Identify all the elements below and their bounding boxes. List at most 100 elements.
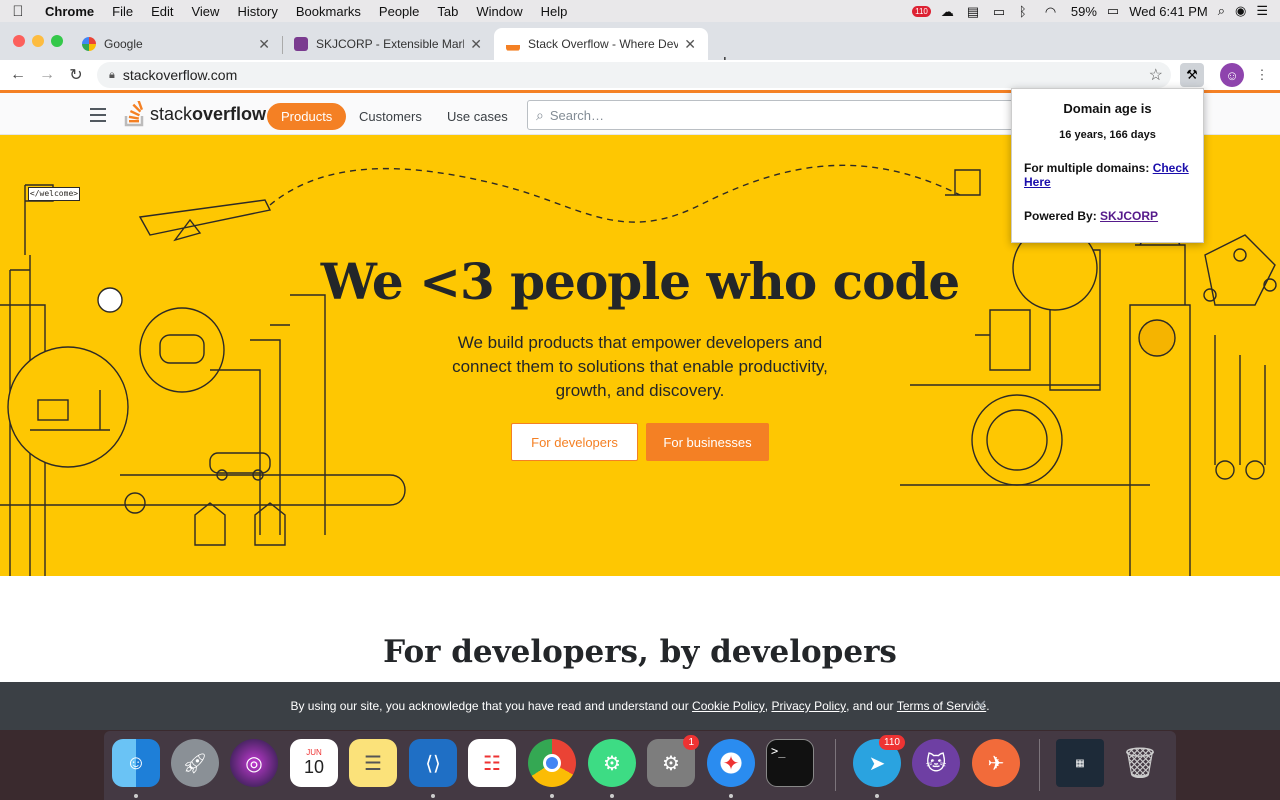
bookmark-star-icon[interactable]: ☆ [1149,65,1163,85]
hamburger-menu-icon[interactable] [90,108,106,126]
running-indicator [550,794,554,798]
menu-help[interactable]: Help [532,4,577,19]
terminal-icon[interactable]: >_ [766,739,814,787]
terms-of-service-link[interactable]: Terms of Service [897,699,986,713]
launchpad-icon[interactable]: 🚀︎ [171,739,219,787]
tab-title: Google [104,37,143,51]
stackoverflow-favicon-icon [506,37,520,51]
tray-badge[interactable]: 110 [912,5,931,17]
close-icon[interactable]: ✕ [974,696,987,716]
powered-by-label: Powered By: [1024,209,1097,223]
telegram-icon[interactable]: ➤ 110 [853,735,905,787]
clock[interactable]: Wed 6:41 PM [1129,4,1208,19]
telegram-window-thumbnail-icon[interactable]: ▦ [1056,739,1104,787]
multiple-domains-row: For multiple domains: Check Here [1024,161,1191,189]
cookie-sep: , [764,699,769,713]
trash-icon[interactable]: 🗑︎ [1116,739,1164,787]
wifi-icon[interactable]: ◠ [1045,4,1061,19]
macos-menubar:  Chrome File Edit View History Bookmark… [0,0,1280,22]
menu-file[interactable]: File [103,4,142,19]
google-favicon-icon [82,37,96,51]
menu-tab[interactable]: Tab [428,4,467,19]
logo-text-bold: overflow [192,103,267,124]
search-input[interactable]: ⌕ Search… [527,100,1027,130]
tray-app-icon[interactable]: ▤ [967,4,983,19]
notes-icon[interactable]: ☰ [349,739,397,787]
back-icon[interactable]: ← [4,66,32,84]
calendar-day: 10 [303,757,325,777]
menu-app-name[interactable]: Chrome [36,4,103,19]
for-businesses-button[interactable]: For businesses [646,423,769,461]
tab-google[interactable]: Google ✕ [70,28,282,60]
nav-products[interactable]: Products [267,103,347,130]
zoom-window-icon[interactable] [51,35,63,47]
system-preferences-icon[interactable]: ⚙ 1 [647,735,699,787]
running-indicator [875,794,879,798]
popup-title: Domain age is [1063,101,1152,116]
nav-use-cases[interactable]: Use cases [433,103,522,130]
welcome-sign: </welcome> [28,187,80,201]
creative-cloud-icon[interactable]: ☁ [941,4,957,19]
menu-people[interactable]: People [370,4,428,19]
menu-view[interactable]: View [182,4,228,19]
close-window-icon[interactable] [13,35,25,47]
notification-center-icon[interactable]: ☰ [1256,3,1268,19]
tab-skjcorp[interactable]: SKJCORP - Extensible Markup ✕ [282,28,494,60]
tab-stackoverflow[interactable]: Stack Overflow - Where Develo ✕ [494,28,708,60]
macos-dock: ☺ 🚀︎ ◎ JUN 10 ☰ ⟨⟩ ☷ ⚙ ⚙ 1 ✦ >_ ➤ 110 🐱︎ ✈… [104,731,1176,800]
for-developers-button[interactable]: For developers [511,423,638,461]
hero-subtitle: We build products that empower developer… [452,333,828,400]
close-tab-icon[interactable]: ✕ [258,36,270,53]
chrome-icon[interactable] [528,739,576,787]
battery-percent[interactable]: 59% [1071,4,1097,19]
spotlight-icon[interactable]: ⌕ [1218,3,1225,19]
reminders-icon[interactable]: ☷ [468,739,516,787]
battery-icon[interactable]: ▭ [1107,3,1119,19]
stackoverflow-logo[interactable]: stack overflow [124,101,266,127]
domain-age-extension-icon[interactable]: ⚒ [1180,63,1204,87]
close-tab-icon[interactable]: ✕ [470,36,482,53]
nav-customers[interactable]: Customers [345,103,436,130]
dock-separator [835,739,836,791]
cookie-policy-link[interactable]: Cookie Policy [692,699,765,713]
minimize-window-icon[interactable] [32,35,44,47]
section-title: For developers, by developers [383,634,897,670]
github-desktop-icon[interactable]: 🐱︎ [912,739,960,787]
tab-title: Stack Overflow - Where Develo [528,37,679,51]
calendar-icon[interactable]: JUN 10 [290,739,338,787]
cookie-banner: By using our site, you acknowledge that … [0,682,1280,730]
domain-age-popup: Domain age is 16 years, 166 days For mul… [1011,88,1204,243]
apple-menu-icon[interactable]:  [0,3,36,20]
airplay-icon[interactable]: ▭ [993,4,1009,19]
running-indicator [729,794,733,798]
menu-window[interactable]: Window [467,4,531,19]
running-indicator [431,794,435,798]
siri-icon[interactable]: ◎ [230,739,278,787]
postman-icon[interactable]: ✈ [972,739,1020,787]
profile-avatar-icon[interactable]: ☺ [1220,63,1244,87]
hero-title: We <3 people who code [320,252,960,311]
skjcorp-favicon-icon [294,37,308,51]
menu-edit[interactable]: Edit [142,4,182,19]
forward-icon[interactable]: → [33,66,61,84]
bluetooth-icon[interactable]: ᛒ [1019,4,1035,19]
prefs-badge: 1 [683,735,699,750]
skjcorp-link[interactable]: SKJCORP [1100,209,1158,223]
menu-history[interactable]: History [228,4,286,19]
reload-icon[interactable]: ↻ [62,65,90,85]
menu-bookmarks[interactable]: Bookmarks [287,4,370,19]
safari-icon[interactable]: ✦ [707,739,755,787]
search-icon: ⌕ [536,106,544,123]
vscode-icon[interactable]: ⟨⟩ [409,739,457,787]
search-placeholder: Search… [549,107,605,123]
chrome-menu-icon[interactable]: ⋮ [1250,63,1274,87]
domain-age-value: 16 years, 166 days [1059,129,1156,141]
address-bar[interactable]: 🔒︎ stackoverflow.com ☆ [97,62,1171,88]
privacy-policy-link[interactable]: Privacy Policy [771,699,846,713]
url-text[interactable]: stackoverflow.com [123,67,237,83]
android-studio-icon[interactable]: ⚙ [588,739,636,787]
lock-icon[interactable]: 🔒︎ [109,69,115,82]
close-tab-icon[interactable]: ✕ [684,36,696,53]
siri-icon[interactable]: ◉ [1235,3,1246,19]
finder-icon[interactable]: ☺ [112,739,160,787]
